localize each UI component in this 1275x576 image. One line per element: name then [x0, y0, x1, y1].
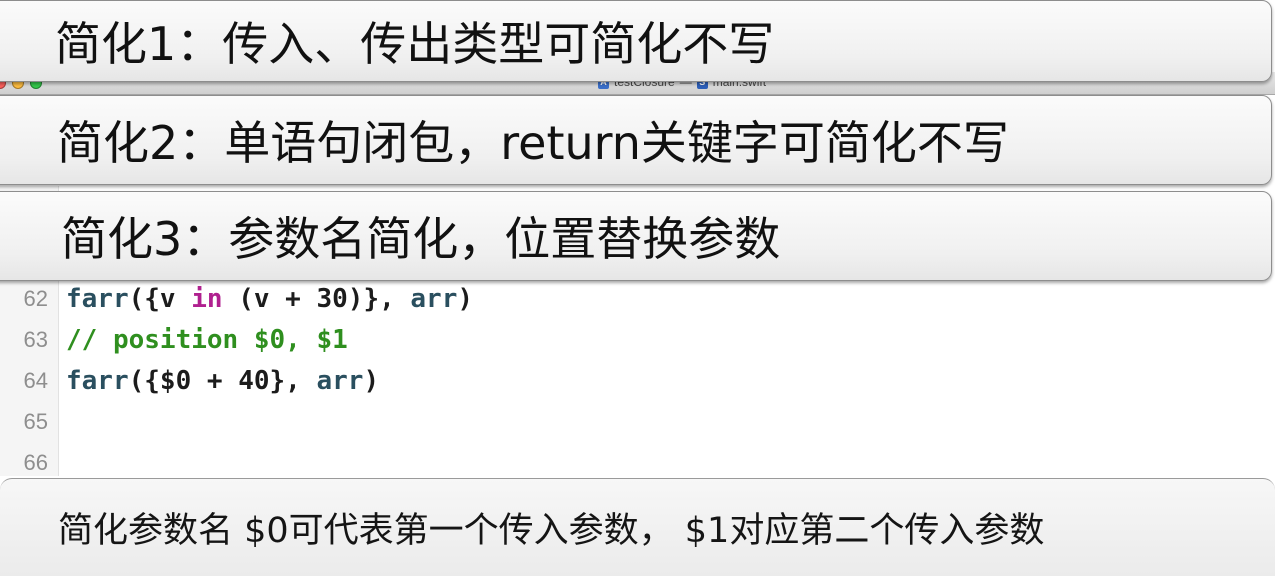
- caption-overlay-2: 简化2：单语句闭包，return关键字可简化不写: [0, 95, 1272, 185]
- code-area[interactable]: 62 farr({v in (v + 30)}, arr) 63// positio…: [0, 278, 1275, 483]
- code-line[interactable]: 65: [0, 401, 1275, 442]
- code-token-comment: // position $0, $1: [66, 324, 348, 355]
- code-token-plain: ({v: [128, 283, 192, 314]
- code-token-var: arr: [316, 365, 364, 396]
- code-token-plain: (v + 30)},: [222, 283, 411, 314]
- code-text[interactable]: // position $0, $1: [52, 325, 348, 355]
- code-line[interactable]: 66: [0, 442, 1275, 483]
- code-token-fn: farr: [66, 365, 129, 396]
- subtitle-bar: 简化参数名 $0可代表第一个传入参数， $1对应第二个传入参数: [0, 478, 1275, 576]
- code-line[interactable]: 62 farr({v in (v + 30)}, arr): [0, 278, 1275, 319]
- code-token-kw: in: [191, 283, 223, 314]
- code-token-var: arr: [410, 283, 458, 314]
- code-token-fn: farr: [66, 283, 129, 314]
- code-text[interactable]: farr({v in (v + 30)}, arr): [52, 284, 473, 314]
- caption-text-3: 简化3：参数名简化，位置替换参数: [61, 212, 781, 266]
- line-number: 62: [23, 285, 48, 311]
- line-number: 66: [23, 449, 48, 475]
- code-token-plain: ({$0 + 40},: [128, 365, 317, 396]
- code-text[interactable]: farr({$0 + 40}, arr): [52, 366, 379, 396]
- code-line[interactable]: 64 farr({$0 + 40}, arr): [0, 360, 1275, 401]
- line-number: 63: [23, 326, 48, 352]
- line-number: 65: [23, 408, 48, 434]
- caption-overlay-3: 简化3：参数名简化，位置替换参数: [0, 191, 1272, 281]
- caption-overlay-1: 简化1：传入、传出类型可简化不写: [0, 0, 1272, 82]
- code-token-plain: ): [457, 283, 474, 314]
- code-line[interactable]: 63 // position $0, $1: [0, 319, 1275, 360]
- line-number: 64: [23, 367, 48, 393]
- caption-text-2: 简化2：单语句闭包，return关键字可简化不写: [57, 116, 1009, 170]
- subtitle-text: 简化参数名 $0可代表第一个传入参数， $1对应第二个传入参数: [58, 511, 1045, 551]
- caption-text-1: 简化1：传入、传出类型可简化不写: [55, 17, 775, 71]
- code-token-plain: ): [363, 365, 380, 396]
